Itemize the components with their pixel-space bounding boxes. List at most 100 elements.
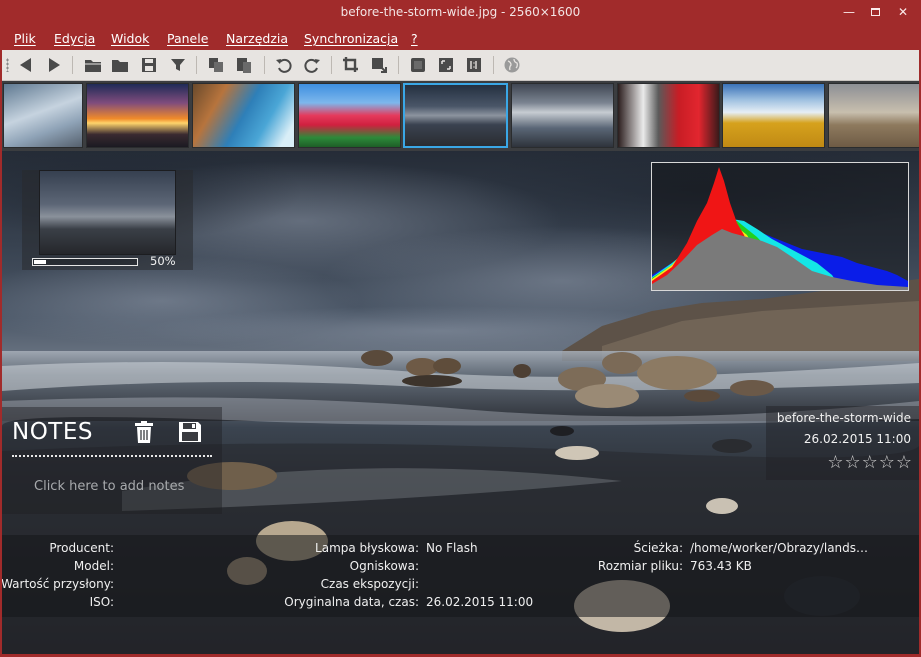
arrow-left-icon: [20, 58, 31, 72]
menu-panele[interactable]: Panele: [167, 31, 208, 46]
rotate-right-icon: [304, 58, 320, 73]
toolbar-separator: [264, 56, 265, 74]
filter-icon: [171, 59, 185, 71]
previous-button[interactable]: [16, 55, 36, 75]
notes-divider: [12, 455, 212, 457]
arrow-right-icon: [49, 58, 60, 72]
histogram-panel: [651, 162, 909, 291]
thumbnail-strip: [2, 81, 919, 151]
exif-label-model: Model:: [73, 559, 114, 573]
copy-button[interactable]: [206, 55, 226, 75]
original-size-button[interactable]: [464, 55, 484, 75]
toolbar: [2, 50, 919, 81]
exif-panel: Producent: Model: Wartość przysłony: ISO…: [2, 535, 919, 617]
open-button[interactable]: [83, 55, 103, 75]
globe-icon: [504, 57, 520, 73]
next-button[interactable]: [44, 55, 64, 75]
window-title: before-the-storm-wide.jpg - 2560×1600: [340, 5, 581, 19]
menu-help[interactable]: ?: [411, 31, 418, 46]
toolbar-separator: [331, 56, 332, 74]
save-button[interactable]: [139, 55, 159, 75]
thumbnail-wine-glasses[interactable]: [617, 83, 720, 148]
close-button[interactable]: ✕: [892, 3, 914, 21]
menu-synchronizacja[interactable]: Synchronizacja: [304, 31, 398, 46]
save-icon: [179, 422, 201, 442]
crop-button[interactable]: [341, 55, 361, 75]
thumbnail-wheat-field[interactable]: [722, 83, 825, 148]
rotate-left-icon: [276, 58, 292, 73]
zoom-level: 50%: [150, 254, 176, 268]
notes-title: NOTES: [12, 419, 93, 445]
thumbnail-winter-owl[interactable]: [3, 83, 83, 148]
title-bar: before-the-storm-wide.jpg - 2560×1600 — …: [0, 0, 921, 26]
exif-label-flash: Lampa błyskowa:: [315, 541, 419, 555]
file-date: 26.02.2015 11:00: [803, 432, 911, 446]
exif-label-aperture: Wartość przysłony:: [2, 577, 114, 591]
trash-icon: [135, 421, 153, 443]
zoom-slider-fill: [34, 260, 46, 264]
toolbar-separator: [196, 56, 197, 74]
open-folder-button[interactable]: [110, 55, 130, 75]
file-info-panel: before-the-storm-wide 26.02.2015 11:00 ☆…: [766, 406, 919, 480]
menu-bar: Plik Edycja Widok Panele Narzędzia Synch…: [0, 28, 921, 50]
app-window: before-the-storm-wide.jpg - 2560×1600 — …: [0, 0, 921, 657]
fit-window-icon: [411, 58, 425, 72]
exif-label-file-size: Rozmiar pliku:: [597, 559, 683, 573]
zoom-slider[interactable]: [32, 258, 138, 266]
thumbnail-tulips[interactable]: [298, 83, 401, 148]
toolbar-grip[interactable]: [6, 58, 9, 72]
delete-notes-button[interactable]: [135, 421, 153, 443]
exif-label-focal-length: Ogniskowa:: [349, 559, 419, 573]
rating-stars[interactable]: ☆☆☆☆☆: [827, 452, 913, 473]
notes-input[interactable]: Click here to add notes: [34, 479, 184, 494]
navigator-panel: 50%: [22, 170, 193, 270]
rotate-right-button[interactable]: [302, 55, 322, 75]
toolbar-separator: [398, 56, 399, 74]
thumbnail-sunset[interactable]: [86, 83, 189, 148]
menu-narzedzia[interactable]: Narzędzia: [226, 31, 288, 46]
exif-value-path: /home/worker/Obrazy/lands…: [690, 541, 869, 555]
open-folder-icon: [85, 60, 101, 72]
copy-icon: [209, 58, 223, 72]
web-button[interactable]: [502, 55, 522, 75]
resize-icon: [372, 58, 387, 73]
original-size-icon: [467, 58, 481, 72]
file-name: before-the-storm-wide: [776, 411, 911, 425]
save-icon: [142, 58, 156, 72]
paste-button[interactable]: [234, 55, 254, 75]
maximize-button[interactable]: [864, 3, 886, 21]
exif-value-flash: No Flash: [426, 541, 478, 555]
maximize-icon: [870, 8, 880, 16]
thumbnail-coast-waterfall[interactable]: [192, 83, 295, 148]
exif-label-path: Ścieżka:: [633, 541, 683, 555]
resize-button[interactable]: [369, 55, 389, 75]
toolbar-separator: [72, 56, 73, 74]
save-notes-button[interactable]: [178, 421, 202, 443]
exif-value-file-size: 763.43 KB: [690, 559, 752, 573]
paste-icon: [237, 58, 251, 73]
histogram-chart: [652, 167, 908, 290]
fit-window-button[interactable]: [408, 55, 428, 75]
menu-plik[interactable]: Plik: [14, 31, 36, 46]
thumbnail-before-the-storm-wide[interactable]: [403, 83, 508, 148]
rotate-left-button[interactable]: [274, 55, 294, 75]
menu-widok[interactable]: Widok: [111, 31, 149, 46]
exif-label-original-date: Oryginalna data, czas:: [284, 595, 419, 609]
menu-edycja[interactable]: Edycja: [54, 31, 95, 46]
thumbnail-sky-clouds[interactable]: [511, 83, 614, 148]
folder-icon: [112, 60, 128, 72]
image-viewer[interactable]: 50% NOTES Click here to add notes before…: [2, 151, 919, 654]
toolbar-separator: [493, 56, 494, 74]
exif-label-producent: Producent:: [49, 541, 114, 555]
thumbnail-ruins[interactable]: [828, 83, 919, 148]
exif-label-exposure: Czas ekspozycji:: [320, 577, 419, 591]
notes-panel: NOTES Click here to add notes: [2, 407, 222, 514]
fullscreen-icon: [439, 58, 453, 72]
crop-icon: [343, 57, 358, 72]
filter-button[interactable]: [168, 55, 188, 75]
minimize-button[interactable]: —: [838, 3, 860, 21]
exif-label-iso: ISO:: [89, 595, 114, 609]
fullscreen-button[interactable]: [436, 55, 456, 75]
navigator-preview[interactable]: [39, 170, 176, 255]
exif-value-original-date: 26.02.2015 11:00: [426, 595, 534, 609]
